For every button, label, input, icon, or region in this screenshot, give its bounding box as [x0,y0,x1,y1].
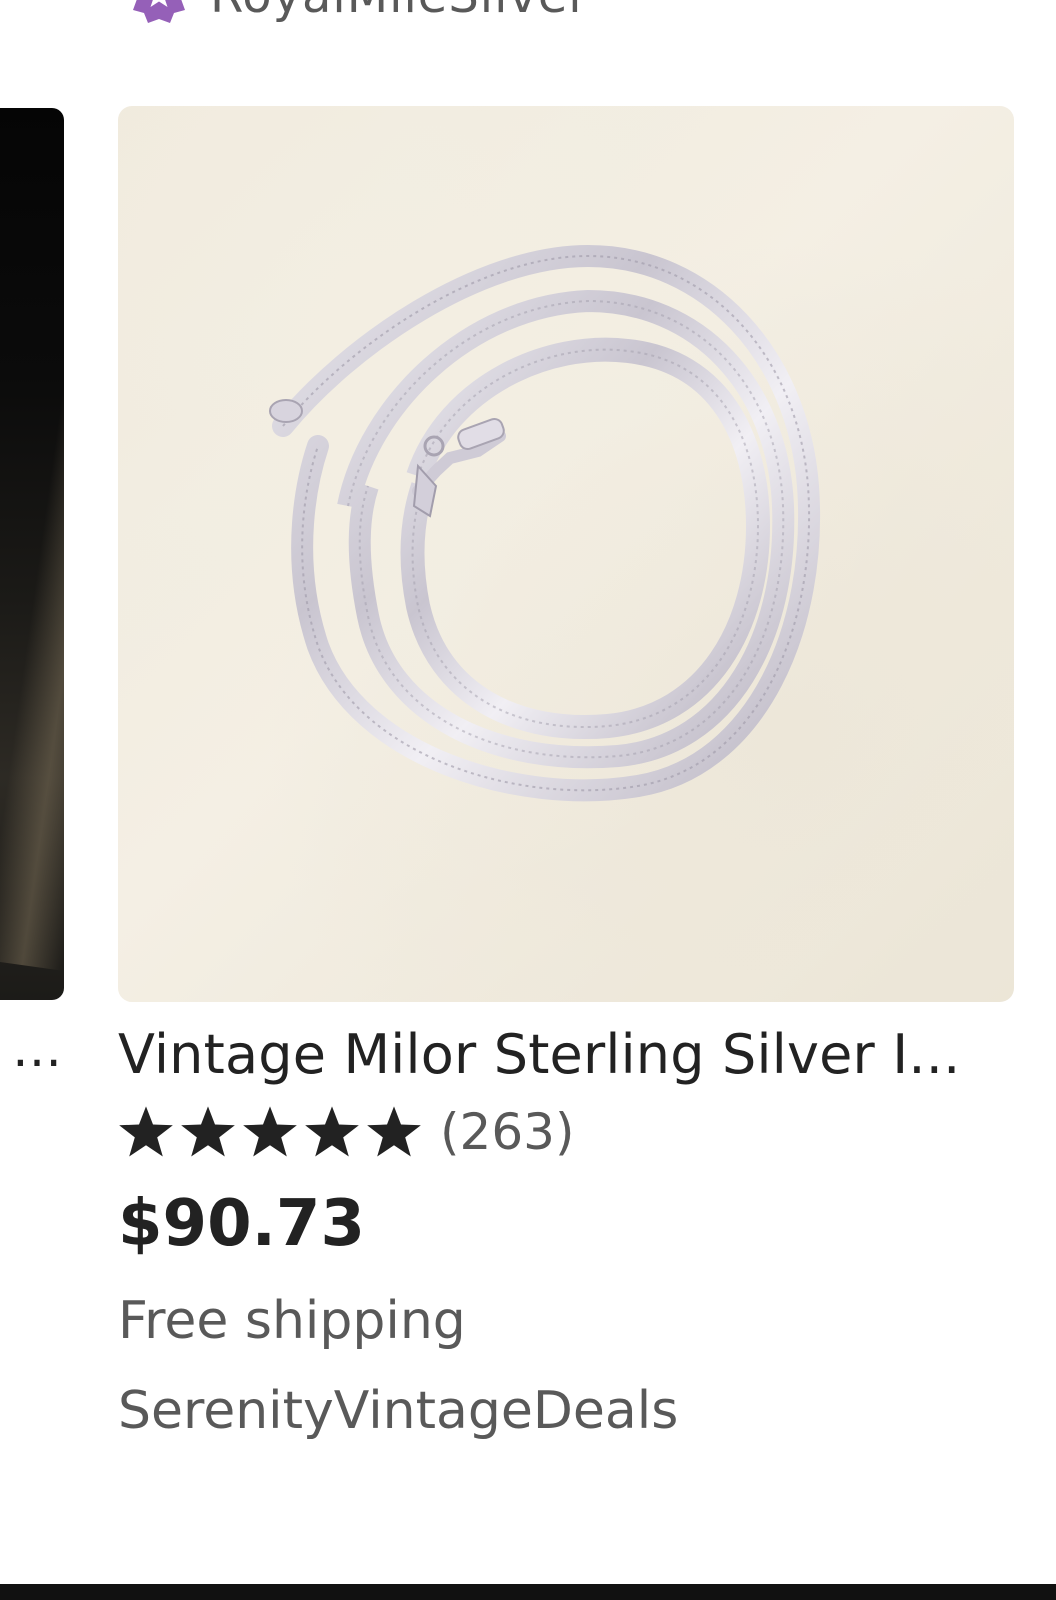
shop-name[interactable]: SerenityVintageDeals [118,1378,1014,1444]
left-listing-title[interactable]: … [0,1020,64,1078]
star-icon [304,1105,360,1159]
shipping-label: Free shipping [118,1291,466,1351]
left-listing-image[interactable] [0,108,64,1000]
star-icon [242,1105,298,1159]
seller-name[interactable]: RoyalMileSilver [210,0,589,26]
price: $90.73 [118,1187,365,1261]
necklace-illustration [269,244,820,802]
star-icon [180,1105,236,1159]
listing-card[interactable]: Vintage Milor Sterling Silver I... (263)… [118,106,1014,1444]
product-image[interactable] [118,106,1014,1002]
rating: (263) [118,1102,1014,1162]
listing-title[interactable]: Vintage Milor Sterling Silver I... [118,1020,1014,1090]
star-badge-icon [128,0,190,27]
star-icon [118,1105,174,1159]
review-count: (263) [440,1103,575,1161]
star-icon [366,1105,422,1159]
bottom-bar [0,1584,1056,1600]
star-rating [118,1105,422,1159]
seller-row-previous[interactable]: RoyalMileSilver [128,0,589,26]
